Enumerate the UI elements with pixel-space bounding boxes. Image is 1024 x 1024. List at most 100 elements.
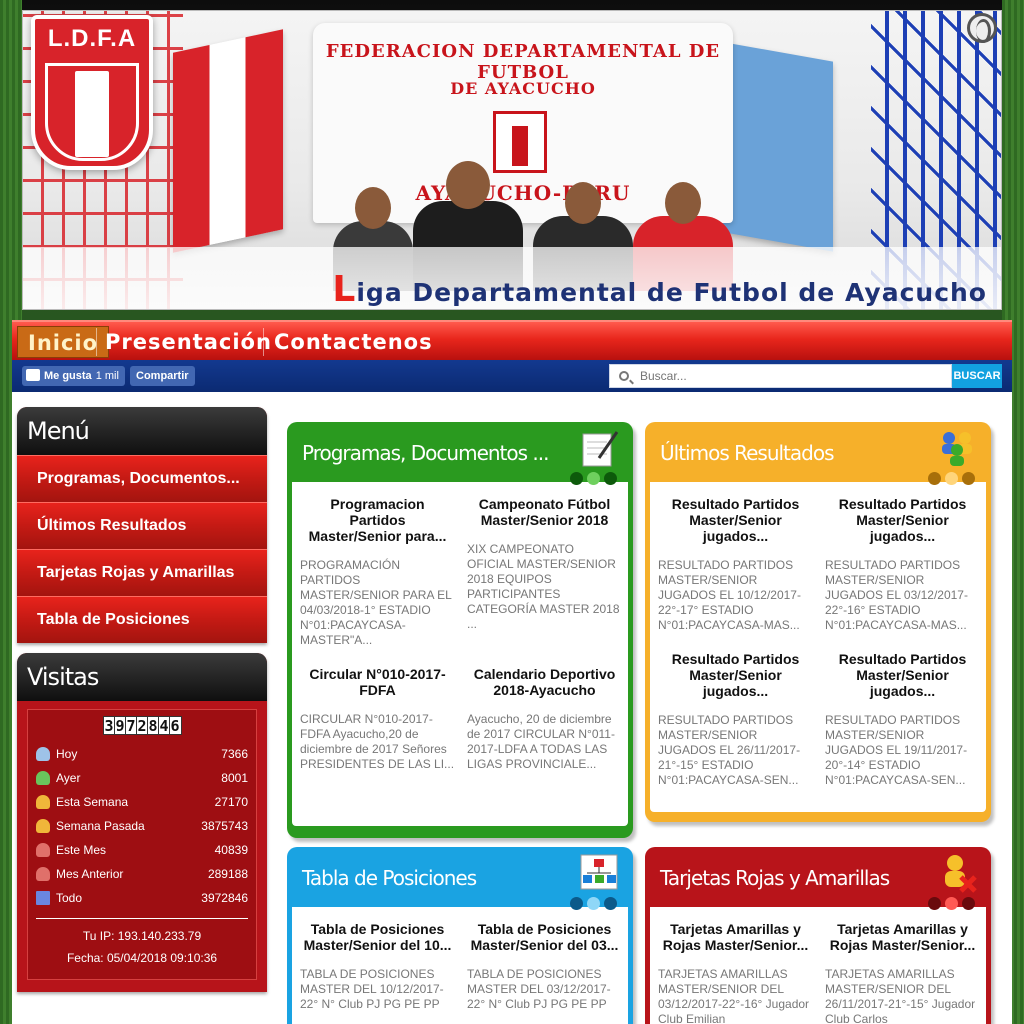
item-title-link[interactable]: Resultado Partidos Master/Senior jugados… (823, 496, 982, 544)
slideshow-toggle-icon[interactable] (967, 13, 997, 43)
item-title-link[interactable]: Programacion Partidos Master/Senior para… (298, 496, 457, 544)
site-title: Liga Departamental de Futbol de Ayacucho (332, 269, 987, 309)
stat-row-todo: Todo 3972846 (36, 886, 248, 910)
item-title-link[interactable]: Resultado Partidos Master/Senior jugados… (656, 496, 815, 544)
stat-row-semana-pasada: Semana Pasada 3875743 (36, 814, 248, 838)
stat-value: 27170 (214, 795, 248, 809)
pager-dot[interactable] (962, 897, 975, 910)
item-title-link[interactable]: Tarjetas Amarillas y Rojas Master/Senior… (823, 921, 982, 953)
visit-counter: 3972846 (36, 716, 248, 736)
like-count: 1 mil (95, 370, 119, 382)
pager-dot[interactable] (928, 897, 941, 910)
ldfa-logo[interactable]: L.D.F.A (31, 15, 153, 170)
pager-dot[interactable] (928, 472, 941, 485)
sidebar-item-tabla[interactable]: Tabla de Posiciones (17, 596, 267, 643)
pager-dot[interactable] (587, 897, 600, 910)
bar-chart-icon (36, 891, 50, 905)
item-excerpt: TABLA DE POSICIONES MASTER DEL 03/12/201… (467, 967, 611, 1011)
item-title-link[interactable]: Resultado Partidos Master/Senior jugados… (823, 651, 982, 699)
list-item: Circular N°010-2017-FDFA CIRCULAR N°010-… (298, 662, 457, 772)
list-item: Programacion Partidos Master/Senior para… (298, 492, 457, 648)
stat-value: 3972846 (201, 891, 248, 905)
cloth-line-2: DE AYACUCHO (450, 79, 596, 98)
main-content: Menú Programas, Documentos... Últimos Re… (12, 392, 1012, 1024)
user-icon (36, 747, 50, 761)
list-item: Calendario Deportivo 2018-Ayacucho Ayacu… (465, 662, 624, 772)
card-tarjetas: Tarjetas Rojas y Amarillas Tarjetas Amar… (645, 847, 991, 1024)
list-item: Resultado Partidos Master/Senior jugados… (656, 647, 815, 788)
user-icon (36, 771, 50, 785)
stat-label: Ayer (56, 771, 81, 785)
pager-dot[interactable] (962, 472, 975, 485)
item-excerpt: RESULTADO PARTIDOS MASTER/SENIOR JUGADOS… (658, 713, 801, 787)
page-container: FEDERACION DEPARTAMENTAL DE FUTBOL DE AY… (12, 0, 1012, 1024)
visits-inner: 3972846 Hoy 7366 Ayer 8001 Esta Semana 2… (27, 709, 257, 980)
item-title-link[interactable]: Campeonato Fútbol Master/Senior 2018 (465, 496, 624, 528)
list-item: Tarjetas Amarillas y Rojas Master/Senior… (656, 917, 815, 1024)
nav-item-contactenos[interactable]: Contactenos (264, 326, 443, 358)
list-item: Tarjetas Amarillas y Rojas Master/Senior… (823, 917, 982, 1024)
item-excerpt: XIX CAMPEONATO OFICIAL MASTER/SENIOR 201… (467, 542, 620, 631)
card-pager (928, 897, 975, 910)
item-title-link[interactable]: Calendario Deportivo 2018-Ayacucho (465, 666, 624, 698)
search-button[interactable]: BUSCAR (952, 364, 1002, 388)
list-item: Tabla de Posiciones Master/Senior del 10… (298, 917, 457, 1012)
card-pager (570, 472, 617, 485)
stats-divider (36, 918, 248, 919)
facebook-like-button[interactable]: Me gusta 1 mil (22, 366, 125, 386)
item-title-link[interactable]: Tabla de Posiciones Master/Senior del 10… (298, 921, 457, 953)
header-banner: FEDERACION DEPARTAMENTAL DE FUTBOL DE AY… (22, 10, 1002, 310)
list-item: Resultado Partidos Master/Senior jugados… (823, 647, 982, 788)
pager-dot[interactable] (570, 472, 583, 485)
card-tarjetas-body: Tarjetas Amarillas y Rojas Master/Senior… (650, 907, 986, 1024)
list-item: Tabla de Posiciones Master/Senior del 03… (465, 917, 624, 1012)
card-programas-body: Programacion Partidos Master/Senior para… (292, 482, 628, 826)
visit-date: Fecha: 05/04/2018 09:10:36 (66, 951, 218, 965)
peru-flag-image (173, 29, 283, 253)
sidebar-menu-panel: Menú Programas, Documentos... Últimos Re… (17, 407, 267, 643)
nav-item-presentacion[interactable]: Presentación (95, 326, 282, 358)
item-excerpt: TARJETAS AMARILLAS MASTER/SENIOR DEL 26/… (825, 967, 976, 1024)
stat-row-mes-anterior: Mes Anterior 289188 (36, 862, 248, 886)
item-title-link[interactable]: Tabla de Posiciones Master/Senior del 03… (465, 921, 624, 953)
list-item: Campeonato Fútbol Master/Senior 2018 XIX… (465, 492, 624, 648)
card-tabla-body: Tabla de Posiciones Master/Senior del 10… (292, 907, 628, 1024)
stat-label: Hoy (56, 747, 78, 761)
search-input[interactable] (640, 367, 940, 385)
item-title-link[interactable]: Resultado Partidos Master/Senior jugados… (656, 651, 815, 699)
user-icon (36, 843, 50, 857)
thumbs-up-icon (26, 369, 40, 381)
pager-dot[interactable] (570, 897, 583, 910)
main-nav: Inicio Presentación Contactenos (12, 320, 1012, 360)
sidebar-visits-panel: Visitas 3972846 Hoy 7366 Ayer 8001 Esta … (17, 653, 267, 992)
pager-dot[interactable] (945, 472, 958, 485)
stat-row-hoy: Hoy 7366 (36, 742, 248, 766)
item-excerpt: TABLA DE POSICIONES MASTER DEL 10/12/201… (300, 967, 444, 1011)
list-item: Resultado Partidos Master/Senior jugados… (823, 492, 982, 633)
pager-dot[interactable] (604, 472, 617, 485)
stat-row-ayer: Ayer 8001 (36, 766, 248, 790)
sidebar-item-programas[interactable]: Programas, Documentos... (17, 455, 267, 502)
sidebar-item-resultados[interactable]: Últimos Resultados (17, 502, 267, 549)
pager-dot[interactable] (587, 472, 600, 485)
user-icon (36, 795, 50, 809)
stat-value: 289188 (207, 867, 248, 881)
item-title-link[interactable]: Circular N°010-2017-FDFA (298, 666, 457, 698)
stat-label: Semana Pasada (56, 819, 145, 833)
item-excerpt: TARJETAS AMARILLAS MASTER/SENIOR DEL 03/… (658, 967, 810, 1024)
item-excerpt: RESULTADO PARTIDOS MASTER/SENIOR JUGADOS… (825, 558, 968, 632)
item-excerpt: RESULTADO PARTIDOS MASTER/SENIOR JUGADOS… (658, 558, 801, 632)
org-chart-icon (580, 854, 618, 890)
stat-value: 40839 (214, 843, 248, 857)
facebook-share-button[interactable]: Compartir (130, 366, 195, 386)
pager-dot[interactable] (604, 897, 617, 910)
card-resultados-body: Resultado Partidos Master/Senior jugados… (650, 482, 986, 812)
stat-row-esta-semana: Esta Semana 27170 (36, 790, 248, 814)
pager-dot[interactable] (945, 897, 958, 910)
item-excerpt: CIRCULAR N°010-2017-FDFA Ayacucho,20 de … (300, 712, 455, 771)
item-title-link[interactable]: Tarjetas Amarillas y Rojas Master/Senior… (656, 921, 815, 953)
stat-label: Esta Semana (56, 795, 129, 809)
card-programas: Programas, Documentos ... Programacion P… (287, 422, 633, 838)
sidebar-item-tarjetas[interactable]: Tarjetas Rojas y Amarillas (17, 549, 267, 596)
sidebar-menu-title: Menú (17, 407, 267, 455)
